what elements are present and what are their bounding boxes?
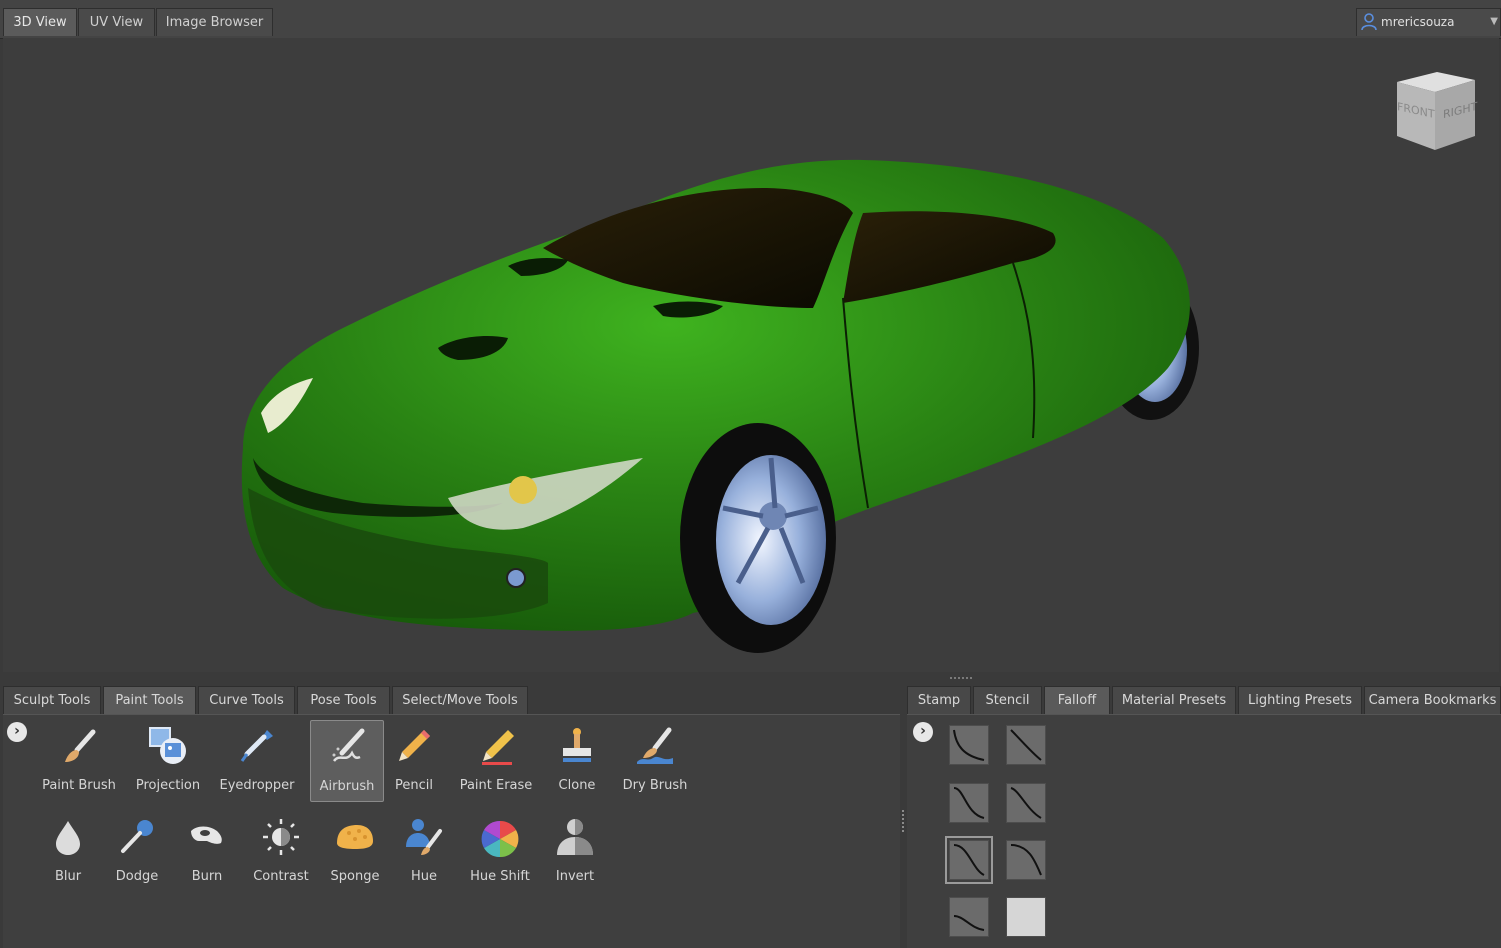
tab-uv-view[interactable]: UV View [78,8,155,36]
falloff-preset-5[interactable] [945,836,993,884]
hue-icon [404,817,444,857]
user-account-dropdown[interactable]: mrericsouza ▼ [1356,8,1501,36]
blur-drop-icon [48,817,88,857]
tool-paint-brush[interactable]: Paint Brush [42,720,116,802]
dodge-icon [117,817,157,857]
falloff-tray: › [907,714,1501,948]
hue-shift-wheel-icon [480,817,520,858]
falloff-preset-3[interactable] [949,783,989,823]
tool-label: Paint Erase [459,778,533,793]
tool-invert[interactable]: Invert [538,811,612,893]
tool-projection[interactable]: Projection [131,720,205,802]
falloff-curve-icon [953,787,985,819]
tool-clone[interactable]: Clone [540,720,614,802]
falloff-flat-icon [1007,898,1045,936]
falloff-preset-6[interactable] [1006,840,1046,880]
chevron-right-icon[interactable]: › [913,722,933,742]
paint-tools-panel: › Paint Brush Projection Eyedropper Airb… [3,714,900,948]
chevron-right-icon[interactable]: › [7,722,27,742]
3d-viewport[interactable]: FRONT RIGHT [3,38,1499,672]
tab-stamp[interactable]: Stamp [907,686,971,714]
tab-stencil[interactable]: Stencil [973,686,1042,714]
projection-icon [148,726,188,766]
tool-eyedropper[interactable]: Eyedropper [219,720,295,802]
splitter-grip[interactable] [950,677,972,682]
contrast-sun-icon [261,817,301,857]
tab-camera-bookmarks[interactable]: Camera Bookmarks [1364,686,1501,714]
tool-label: Eyedropper [219,778,295,793]
tab-lighting-presets[interactable]: Lighting Presets [1238,686,1362,714]
tool-burn[interactable]: Burn [170,811,244,893]
user-name: mrericsouza [1381,15,1455,29]
pencil-icon [394,726,434,766]
chevron-down-icon: ▼ [1490,16,1498,27]
tab-sculpt-tools[interactable]: Sculpt Tools [3,686,101,714]
falloff-preset-7[interactable] [949,897,989,937]
sponge-icon [335,817,375,857]
tab-select-move-tools[interactable]: Select/Move Tools [392,686,528,714]
airbrush-icon [328,727,368,767]
tab-material-presets[interactable]: Material Presets [1112,686,1236,714]
falloff-curve-icon [953,729,985,761]
falloff-curve-icon [1010,787,1042,819]
car-model-render [241,159,1199,653]
tool-dry-brush[interactable]: Dry Brush [618,720,692,802]
falloff-preset-2[interactable] [1006,725,1046,765]
user-icon [1361,13,1377,31]
tool-label: Pencil [395,778,433,793]
panel-splitter[interactable] [0,672,1501,686]
tab-paint-tools[interactable]: Paint Tools [103,686,196,714]
tab-falloff[interactable]: Falloff [1044,686,1110,714]
paint-brush-icon [59,726,99,766]
tool-pencil[interactable]: Pencil [377,720,451,802]
invert-person-icon [555,817,595,857]
falloff-preset-4[interactable] [1006,783,1046,823]
falloff-curve-icon [1010,729,1042,761]
clone-stamp-icon [557,726,597,766]
tool-hue[interactable]: Hue [387,811,461,893]
tab-curve-tools[interactable]: Curve Tools [198,686,295,714]
tool-hue-shift[interactable]: Hue Shift [463,811,537,893]
falloff-curve-icon [953,844,985,876]
tab-pose-tools[interactable]: Pose Tools [297,686,390,714]
tray-tab-bar: Stamp Stencil Falloff Material Presets L… [907,686,1501,714]
view-cube[interactable]: FRONT RIGHT [1393,66,1479,152]
tool-contrast[interactable]: Contrast [244,811,318,893]
falloff-preset-8[interactable] [1006,897,1046,937]
falloff-curve-icon [1010,844,1042,876]
tool-label: Paint Brush [42,778,116,793]
tool-label: Projection [135,778,201,793]
tool-label: Dry Brush [622,778,688,793]
paint-erase-icon [476,726,516,766]
burn-hand-icon [187,817,227,857]
tool-label: Invert [555,869,595,884]
eyedropper-icon [237,726,277,766]
tool-paint-erase[interactable]: Paint Erase [459,720,533,802]
tab-3d-view[interactable]: 3D View [3,8,77,36]
tool-tab-bar: Sculpt Tools Paint Tools Curve Tools Pos… [0,686,900,714]
view-tab-bar: 3D View UV View Image Browser mrericsouz… [0,0,1501,39]
falloff-preset-1[interactable] [949,725,989,765]
tab-image-browser[interactable]: Image Browser [156,8,273,36]
dry-brush-icon [635,726,675,766]
falloff-curve-icon [953,915,985,931]
